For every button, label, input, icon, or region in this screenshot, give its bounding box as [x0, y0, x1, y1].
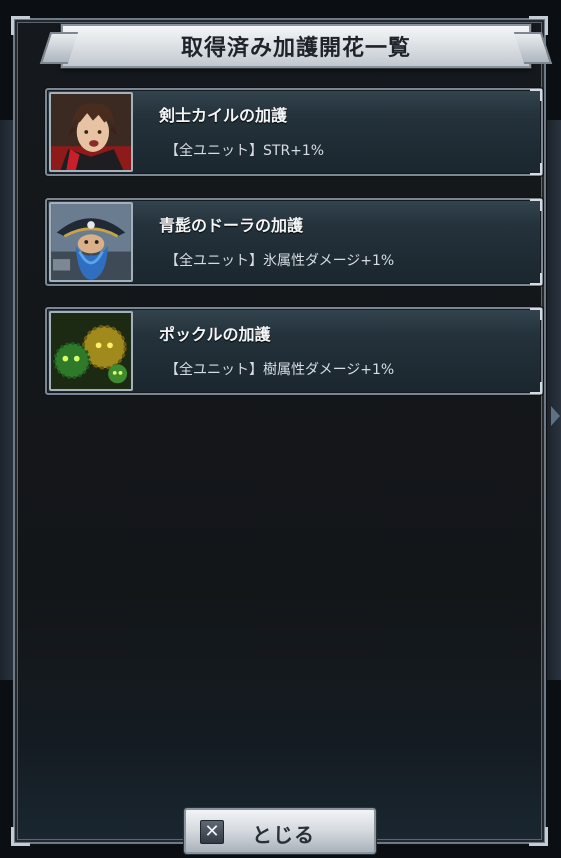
- background-right-panel: [547, 120, 561, 680]
- blessing-effect: 【全ユニット】氷属性ダメージ+1%: [165, 253, 395, 269]
- frame-corner: [530, 273, 542, 285]
- frame-corner: [530, 199, 542, 211]
- blessing-item-kyle[interactable]: 剣士カイルの加護 【全ユニット】STR+1%: [45, 88, 543, 176]
- pokkuru-portrait: [49, 311, 133, 391]
- swordsman-kyle-portrait-icon: [51, 94, 131, 170]
- pokkuru-portrait-icon: [51, 313, 131, 389]
- blessing-name: 剣士カイルの加護: [159, 106, 288, 125]
- frame-corner: [530, 89, 542, 101]
- frame-corner: [11, 16, 30, 35]
- background-left-panel: [0, 120, 14, 680]
- close-button[interactable]: ✕ とじる: [184, 808, 376, 854]
- frame-corner: [530, 308, 542, 320]
- bluebeard-dora-portrait-icon: [51, 204, 131, 280]
- bluebeard-dora-portrait: [49, 202, 133, 282]
- blessing-effect: 【全ユニット】STR+1%: [165, 143, 325, 159]
- next-arrow-icon[interactable]: [551, 406, 560, 426]
- blessing-list-dialog: 取得済み加護開花一覧 剣士カイルの加護 【全ユニット】STR+1% 青髭のドーラ…: [11, 16, 548, 846]
- frame-corner: [529, 827, 548, 846]
- blessing-item-pokkuru[interactable]: ポックルの加護 【全ユニット】樹属性ダメージ+1%: [45, 307, 543, 395]
- close-button-label: とじる: [252, 823, 315, 847]
- frame-corner: [530, 382, 542, 394]
- blessing-name: ポックルの加護: [159, 325, 271, 344]
- blessing-name: 青髭のドーラの加護: [159, 216, 304, 235]
- frame-corner: [530, 163, 542, 175]
- blessing-item-dora[interactable]: 青髭のドーラの加護 【全ユニット】氷属性ダメージ+1%: [45, 198, 543, 286]
- dialog-title-bar: 取得済み加護開花一覧: [61, 24, 531, 68]
- frame-corner: [11, 827, 30, 846]
- swordsman-kyle-portrait: [49, 92, 133, 172]
- dialog-title: 取得済み加護開花一覧: [180, 36, 411, 61]
- blessing-effect: 【全ユニット】樹属性ダメージ+1%: [165, 362, 395, 378]
- close-icon: ✕: [200, 820, 224, 844]
